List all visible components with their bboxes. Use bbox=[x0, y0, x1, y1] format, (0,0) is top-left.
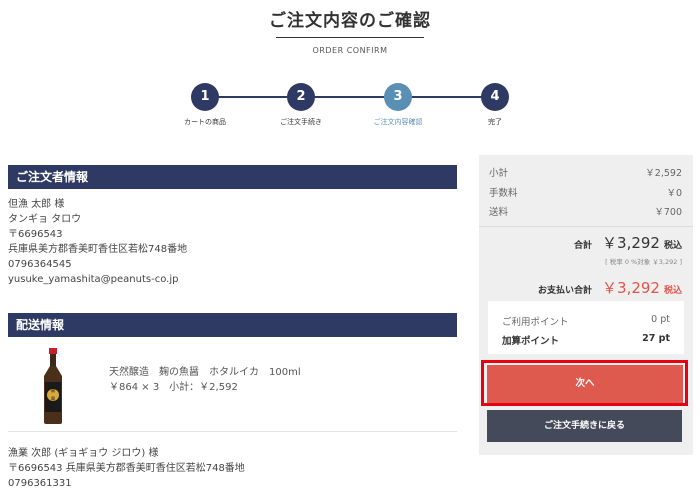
orderer-name: 但漁 太郎 様 bbox=[8, 199, 65, 210]
orderer-info: 但漁 太郎 様 タンギョ タロウ 〒6696543 兵庫県美方郡香美町香住区若松… bbox=[8, 189, 457, 287]
shipping-section: 配送情報 麹 醤 天然醸造 麹の魚醤 ホタルイカ 100ml ￥864 × 3 … bbox=[8, 313, 457, 491]
points-box: ご利用ポイント 0 pt 加算ポイント 27 pt bbox=[488, 301, 684, 354]
back-to-procedure-button[interactable]: ご注文手続きに戻る bbox=[487, 410, 682, 442]
recipient-phone: 0796361331 bbox=[8, 478, 72, 489]
payment-tax-label: 税込 bbox=[663, 286, 682, 296]
shipping-fee-label: 送料 bbox=[489, 207, 509, 218]
orderer-address: 兵庫県美方郡香美町香住区若松748番地 bbox=[8, 244, 188, 255]
product-row: 麹 醤 天然醸造 麹の魚醤 ホタルイカ 100ml ￥864 × 3 小計：￥2… bbox=[8, 337, 457, 432]
total-label: 合計 bbox=[574, 241, 593, 251]
tax-note: [ 税率 0 %対象 ￥3,292 ] bbox=[605, 258, 682, 266]
step-confirm: 3 ご注文内容確認 bbox=[358, 83, 438, 127]
total-row: 合計 ￥3,292 税込 bbox=[574, 232, 682, 253]
shipping-fee-value: ￥700 bbox=[654, 207, 682, 218]
payment-value: ￥3,292 bbox=[602, 279, 660, 297]
order-details: ご注文者情報 但漁 太郎 様 タンギョ タロウ 〒6696543 兵庫県美方郡香… bbox=[8, 165, 457, 489]
step-number: 3 bbox=[384, 83, 412, 111]
step-number: 4 bbox=[481, 83, 509, 111]
step-cart: 1 カートの商品 bbox=[165, 83, 245, 127]
svg-text:醤: 醤 bbox=[51, 395, 55, 401]
payment-total-row: お支払い合計 ￥3,292 税込 bbox=[538, 277, 682, 298]
product-price-line: ￥864 × 3 小計：￥2,592 bbox=[109, 382, 238, 393]
added-points-value: 27 pt bbox=[642, 333, 670, 344]
used-points-row: ご利用ポイント 0 pt bbox=[502, 314, 670, 328]
subtotal-label: 小計 bbox=[489, 168, 509, 179]
step-procedure: 2 ご注文手続き bbox=[261, 83, 341, 127]
bottle-label-text: 麹 bbox=[51, 387, 55, 393]
orderer-kana: タンギョ タロウ bbox=[8, 214, 82, 225]
subtotal-value: ￥2,592 bbox=[645, 168, 682, 179]
orderer-section-heading: ご注文者情報 bbox=[8, 165, 457, 189]
title-underline bbox=[276, 37, 424, 38]
step-label: ご注文内容確認 bbox=[373, 118, 423, 126]
checkout-steps: 1 カートの商品 2 ご注文手続き 3 ご注文内容確認 4 完了 bbox=[165, 79, 546, 127]
total-value: ￥3,292 bbox=[602, 234, 660, 252]
page-title: ご注文内容のご確認 bbox=[269, 11, 431, 31]
product-bottle-image: 麹 醤 bbox=[44, 348, 62, 424]
used-points-value: 0 pt bbox=[651, 314, 670, 325]
page-subtitle: ORDER CONFIRM bbox=[312, 46, 388, 55]
added-points-label: 加算ポイント bbox=[502, 336, 560, 347]
fee-row: 手数料 ￥0 bbox=[489, 185, 682, 199]
step-number: 2 bbox=[287, 83, 315, 111]
recipient-address: 〒6696543 兵庫県美方郡香美町香住区若松748番地 bbox=[8, 463, 245, 474]
recipient-info: 漁業 次郎 (ギョギョウ ジロウ) 様 〒6696543 兵庫県美方郡香美町香住… bbox=[8, 432, 457, 491]
used-points-label: ご利用ポイント bbox=[502, 317, 569, 328]
orderer-phone: 0796364545 bbox=[8, 259, 72, 270]
recipient-name: 漁業 次郎 (ギョギョウ ジロウ) 様 bbox=[8, 448, 159, 459]
fee-value: ￥0 bbox=[666, 188, 682, 199]
step-label: 完了 bbox=[488, 118, 502, 126]
orderer-postal: 〒6696543 bbox=[8, 229, 63, 240]
fee-label: 手数料 bbox=[489, 188, 518, 199]
payment-label: お支払い合計 bbox=[538, 286, 593, 296]
step-complete: 4 完了 bbox=[455, 83, 535, 127]
subtotal-row: 小計 ￥2,592 bbox=[489, 165, 682, 179]
shipping-section-heading: 配送情報 bbox=[8, 313, 457, 337]
total-tax-label: 税込 bbox=[663, 241, 682, 251]
product-name: 天然醸造 麹の魚醤 ホタルイカ 100ml bbox=[109, 367, 301, 378]
step-label: カートの商品 bbox=[184, 118, 226, 126]
orderer-email: yusuke_yamashita@peanuts-co.jp bbox=[8, 274, 179, 285]
added-points-row: 加算ポイント 27 pt bbox=[502, 333, 670, 347]
shipping-fee-row: 送料 ￥700 bbox=[489, 204, 682, 218]
page-header: ご注文内容のご確認 ORDER CONFIRM bbox=[0, 6, 700, 55]
next-button[interactable]: 次へ bbox=[487, 365, 683, 403]
step-number: 1 bbox=[191, 83, 219, 111]
step-label: ご注文手続き bbox=[280, 118, 322, 126]
summary-divider bbox=[479, 226, 693, 227]
